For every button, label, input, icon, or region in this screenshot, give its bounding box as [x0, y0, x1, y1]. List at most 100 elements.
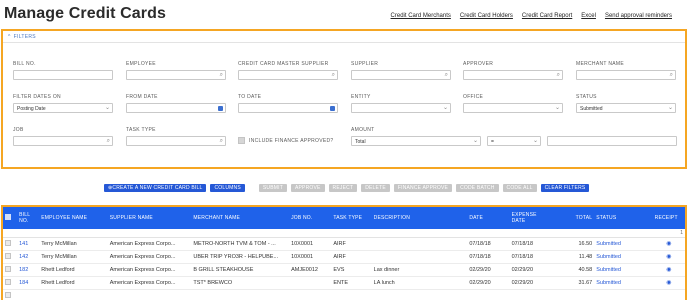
link-excel[interactable]: Excel: [581, 13, 596, 19]
cell-status: Submitted: [596, 240, 621, 247]
header-total[interactable]: TOTAL: [554, 207, 594, 229]
include-finance-approved-checkbox[interactable]: [238, 137, 245, 144]
cell-total: 16.50: [578, 240, 593, 247]
filter-dates-on-filter: FILTER DATES ON Posting Date ⌄: [13, 94, 113, 113]
chevron-down-icon: ⌄: [667, 105, 673, 111]
row-checkbox[interactable]: [5, 239, 11, 246]
code-all-button[interactable]: CODE ALL: [502, 184, 537, 192]
chevron-down-icon: ⌄: [532, 138, 538, 144]
status-label: STATUS: [576, 94, 597, 100]
table-row[interactable]: 141 Terry McMillan American Express Corp…: [3, 237, 685, 250]
eye-icon[interactable]: ◉: [666, 240, 671, 247]
task-type-input[interactable]: ⌕: [126, 136, 226, 146]
cell-employee: Terry McMillan: [41, 240, 77, 247]
table-row[interactable]: 182 Rhett Ledford American Express Corpo…: [3, 263, 685, 276]
filter-dates-on-select[interactable]: Posting Date ⌄: [13, 103, 113, 113]
amount-type-select[interactable]: Total ⌄: [351, 136, 481, 146]
header-employee-name[interactable]: EMPLOYEE NAME: [39, 207, 108, 229]
cell-supplier: American Express Corpo...: [109, 240, 176, 247]
code-batch-button[interactable]: CODE BATCH: [456, 184, 499, 192]
eye-icon[interactable]: ◉: [666, 266, 671, 273]
submit-button[interactable]: SUBMIT: [258, 184, 287, 192]
clear-filters-button[interactable]: CLEAR FILTERS: [540, 184, 590, 192]
master-supplier-label: CREDIT CARD MASTER SUPPLIER: [238, 61, 329, 67]
cell-description: [372, 237, 468, 250]
calendar-icon[interactable]: [330, 106, 335, 111]
chevron-down-icon: ⌄: [442, 105, 448, 111]
entity-select[interactable]: ⌄: [351, 103, 451, 113]
link-credit-card-holders[interactable]: Credit Card Holders: [460, 13, 513, 19]
header-description[interactable]: DESCRIPTION: [372, 207, 468, 229]
select-all-checkbox[interactable]: [5, 214, 11, 220]
bill-no-link[interactable]: 184: [17, 276, 39, 289]
cell-total: 11.48: [578, 253, 593, 260]
bill-no-filter: BILL NO.: [13, 61, 113, 80]
columns-button[interactable]: COLUMNS: [210, 184, 245, 192]
approver-label: APPROVER: [463, 61, 494, 67]
include-finance-approved-label: INCLUDE FINANCE APPROVED?: [249, 137, 334, 144]
from-date-input[interactable]: [126, 103, 226, 113]
create-bill-button[interactable]: ⊕CREATE A NEW CREDIT CARD BILL: [104, 184, 207, 192]
bill-no-input[interactable]: [13, 70, 113, 80]
header-receipt[interactable]: RECEIPT: [653, 207, 685, 229]
employee-input[interactable]: ⌕: [126, 70, 226, 80]
header-supplier-name[interactable]: SUPPLIER NAME: [108, 207, 192, 229]
row-checkbox[interactable]: [5, 278, 11, 285]
entity-filter: ENTITY ⌄: [351, 94, 451, 113]
bill-no-link[interactable]: 141: [17, 237, 39, 250]
cell-task: AIRF: [333, 253, 346, 260]
merchant-name-input[interactable]: ⌕: [576, 70, 676, 80]
office-select[interactable]: ⌄: [463, 103, 563, 113]
approve-button[interactable]: APPROVE: [290, 184, 325, 192]
bills-table-panel: BILL NO. EMPLOYEE NAME SUPPLIER NAME MERC…: [1, 205, 687, 300]
cell-task: AIRF: [333, 240, 346, 247]
cell-merchant: METRO-NORTH TVM & TOM - ...: [193, 240, 276, 247]
job-input[interactable]: ⌕: [13, 136, 113, 146]
include-finance-approved[interactable]: INCLUDE FINANCE APPROVED?: [238, 137, 333, 144]
table-row[interactable]: 142 Terry McMillan American Express Corp…: [3, 250, 685, 263]
table-row[interactable]: [3, 289, 685, 300]
header-task-type[interactable]: TASK TYPE: [331, 207, 371, 229]
header-job-no[interactable]: JOB NO.: [289, 207, 331, 229]
table-row[interactable]: 184 Rhett Ledford American Express Corpo…: [3, 276, 685, 289]
link-send-approval-reminders[interactable]: Send approval reminders: [605, 13, 672, 19]
header-status[interactable]: STATUS: [594, 207, 652, 229]
bill-no-link[interactable]: 142: [17, 250, 39, 263]
finance-approve-button[interactable]: FINANCE APPROVE: [393, 184, 453, 192]
supplier-input[interactable]: ⌕: [351, 70, 451, 80]
cell-employee: [39, 289, 108, 300]
bill-no-link[interactable]: [17, 289, 39, 300]
cell-date: 07/18/18: [469, 253, 491, 260]
header-merchant-name[interactable]: MERCHANT NAME: [191, 207, 289, 229]
eye-icon[interactable]: ◉: [666, 253, 671, 260]
status-select[interactable]: Submitted ⌄: [576, 103, 676, 113]
search-icon: ⌕: [444, 72, 448, 78]
chevron-up-icon: ^: [8, 34, 11, 40]
row-checkbox[interactable]: [5, 291, 11, 298]
filters-toggle[interactable]: ^ FILTERS: [8, 34, 36, 40]
link-credit-card-report[interactable]: Credit Card Report: [522, 13, 572, 19]
table-header-row: BILL NO. EMPLOYEE NAME SUPPLIER NAME MERC…: [3, 207, 685, 229]
header-expense-date[interactable]: EXPENSE DATE: [510, 207, 554, 229]
link-credit-card-merchants[interactable]: Credit Card Merchants: [391, 13, 451, 19]
delete-button[interactable]: DELETE: [361, 184, 390, 192]
search-icon: ⌕: [331, 72, 335, 78]
select-all-header: [3, 207, 17, 229]
header-date[interactable]: DATE: [467, 207, 509, 229]
from-date-label: FROM DATE: [126, 94, 158, 100]
cell-date: 07/18/18: [469, 240, 491, 247]
row-checkbox[interactable]: [5, 252, 11, 259]
row-checkbox[interactable]: [5, 265, 11, 272]
bill-no-link[interactable]: 182: [17, 263, 39, 276]
reject-button[interactable]: REJECT: [328, 184, 358, 192]
approver-filter: APPROVER ⌕: [463, 61, 563, 80]
header-bill-no[interactable]: BILL NO.: [17, 207, 39, 229]
approver-input[interactable]: ⌕: [463, 70, 563, 80]
amount-value-input[interactable]: [547, 136, 677, 146]
to-date-input[interactable]: [238, 103, 338, 113]
calendar-icon[interactable]: [218, 106, 223, 111]
master-supplier-input[interactable]: ⌕: [238, 70, 338, 80]
amount-operator-select[interactable]: = ⌄: [487, 136, 541, 146]
cell-date: 02/29/20: [469, 266, 491, 273]
eye-icon[interactable]: ◉: [666, 279, 671, 286]
